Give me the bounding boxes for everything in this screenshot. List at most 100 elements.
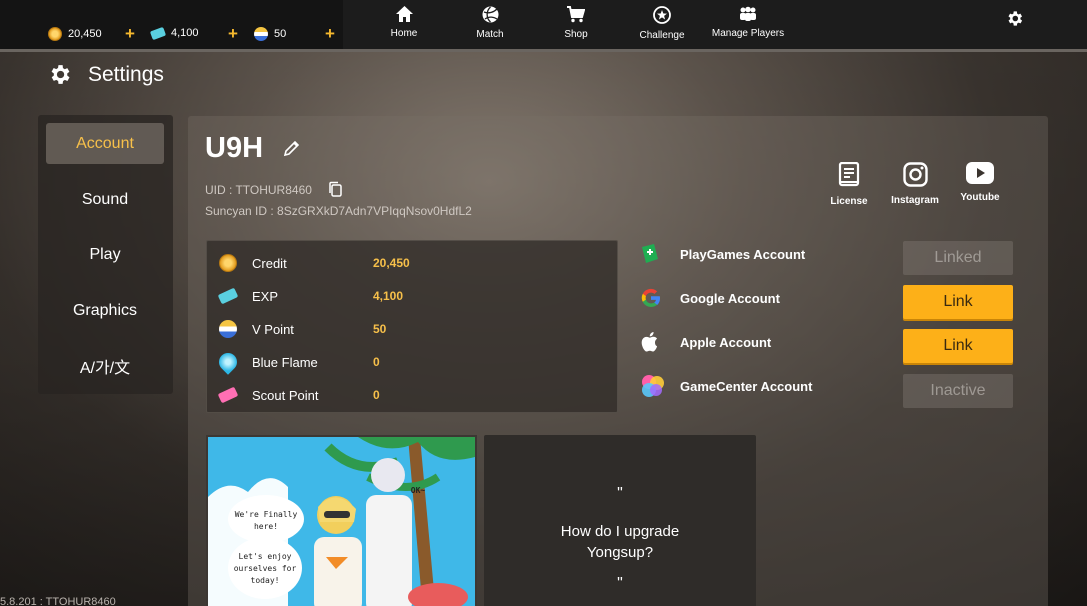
stat-label: EXP (252, 288, 279, 304)
stat-label: Credit (252, 255, 287, 271)
credit-amount: 20,450 (68, 28, 102, 40)
account-label: Google Account (680, 290, 780, 306)
stat-row-exp: EXP 4,100 (217, 286, 609, 306)
gamecenter-inactive-button: Inactive (903, 374, 1013, 408)
gear-icon (51, 65, 70, 84)
vpoint-currency: 50 (254, 27, 286, 41)
license-label: License (830, 196, 868, 207)
google-icon (641, 288, 660, 308)
cart-icon (567, 6, 585, 23)
coin-icon (219, 254, 237, 272)
license-button[interactable]: License (819, 162, 879, 207)
player-name: U9H (205, 132, 264, 164)
ticket-icon (149, 26, 167, 40)
stat-row-vpoint: V Point 50 (219, 319, 609, 339)
copy-uid-icon[interactable] (328, 181, 343, 197)
nav-match[interactable]: Match (447, 0, 533, 49)
nav-manage-players[interactable]: Manage Players (705, 0, 791, 49)
ball-icon (482, 6, 498, 23)
playgames-account-row: PlayGames Account (640, 242, 805, 266)
top-divider (0, 49, 1087, 52)
nav-label: Match (476, 29, 504, 40)
google-link-button[interactable]: Link (903, 285, 1013, 319)
stats-box: Credit 20,450 EXP 4,100 V Point 50 Blue … (206, 240, 618, 413)
youtube-button[interactable]: Youtube (950, 162, 1010, 203)
account-label: GameCenter Account (680, 378, 813, 394)
credit-currency: 20,450 (48, 27, 102, 41)
close-quote: " (617, 575, 623, 592)
playgames-linked-button: Linked (903, 241, 1013, 275)
nav-label: Home (390, 28, 418, 39)
nav-label: Manage Players (711, 28, 785, 39)
stat-row-blue-flame: Blue Flame 0 (215, 349, 609, 375)
sidebar-item-sound[interactable]: Sound (46, 179, 164, 220)
nav-challenge[interactable]: Challenge (619, 0, 705, 49)
apple-account-row: Apple Account (640, 330, 771, 354)
stat-label: Scout Point (252, 387, 319, 403)
youtube-icon (966, 162, 994, 184)
apple-link-button[interactable]: Link (903, 329, 1013, 363)
stat-label: V Point (252, 321, 294, 337)
star-circle-icon (653, 6, 671, 24)
sidebar-item-account[interactable]: Account (46, 123, 164, 164)
instagram-label: Instagram (891, 195, 939, 206)
tip-text-line2: Yongsup? (586, 544, 654, 561)
event-banner-card[interactable]: We're Finally here! Let's enjoy ourselve… (206, 435, 477, 606)
speech-bubble: OK~ (410, 486, 426, 495)
ticket-icon (217, 287, 239, 305)
gamecenter-account-row: GameCenter Account (640, 374, 812, 398)
stat-value: 20,450 (373, 256, 410, 270)
currency-bar (0, 0, 343, 49)
instagram-button[interactable]: Instagram (885, 162, 945, 206)
add-vpoint-button[interactable]: + (325, 24, 335, 44)
settings-gear-icon[interactable] (1005, 9, 1024, 28)
playgames-icon (642, 244, 658, 263)
youtube-label: Youtube (960, 192, 1000, 203)
apple-icon (641, 332, 658, 352)
nav-label: Challenge (639, 30, 685, 41)
nav-shop[interactable]: Shop (533, 0, 619, 49)
nav-home[interactable]: Home (361, 0, 447, 49)
account-label: Apple Account (680, 334, 772, 350)
google-account-row: Google Account (640, 286, 780, 310)
sidebar-item-play[interactable]: Play (46, 234, 164, 275)
open-quote: " (617, 485, 623, 502)
stat-label: Blue Flame (252, 354, 318, 370)
version-text: 5.8.201 : TTOHUR8460 (0, 596, 116, 606)
stat-value: 0 (373, 355, 380, 369)
tip-card[interactable]: " How do I upgrade Yongsup? " (484, 435, 756, 606)
exp-currency: 4,100 (149, 26, 199, 40)
players-icon (740, 6, 756, 21)
instagram-icon (902, 162, 928, 187)
vpoint-amount: 50 (274, 28, 287, 40)
exp-amount: 4,100 (171, 27, 199, 39)
tip-text-line1: How do I upgrade (560, 523, 680, 540)
suncyan-id-text: Suncyan ID : 8SzGRXkD7Adn7VPIqqNsov0HdfL… (205, 204, 472, 218)
account-label: PlayGames Account (680, 246, 806, 262)
sidebar-item-graphics[interactable]: Graphics (46, 290, 164, 331)
nav-label: Shop (564, 29, 588, 40)
add-credit-button[interactable]: + (125, 24, 135, 44)
edit-name-pencil-icon[interactable] (283, 139, 301, 157)
stat-value: 50 (373, 322, 387, 336)
stat-row-scout-point: Scout Point 0 (217, 385, 609, 405)
settings-sidebar: Account Sound Play Graphics A/가/文 (38, 115, 173, 394)
speech-bubble: We're Finally here! (228, 495, 304, 543)
sidebar-item-language[interactable]: A/가/文 (46, 345, 164, 386)
coin-icon (48, 27, 62, 41)
v-point-icon (219, 320, 237, 338)
v-point-icon (254, 27, 268, 41)
speech-bubble: Let's enjoy ourselves for today! (228, 537, 302, 599)
uid-text: UID : TTOHUR8460 (205, 183, 312, 197)
page-title: Settings (88, 62, 164, 86)
page-header: Settings (47, 62, 164, 87)
stat-value: 0 (373, 388, 380, 402)
scout-ticket-icon (217, 386, 239, 404)
stat-value: 4,100 (373, 289, 404, 303)
book-icon (838, 162, 860, 187)
stat-row-credit: Credit 20,450 (219, 253, 609, 273)
add-exp-button[interactable]: + (228, 24, 238, 44)
gamecenter-icon (642, 375, 664, 397)
blue-flame-icon (215, 349, 241, 375)
home-icon (395, 6, 413, 22)
